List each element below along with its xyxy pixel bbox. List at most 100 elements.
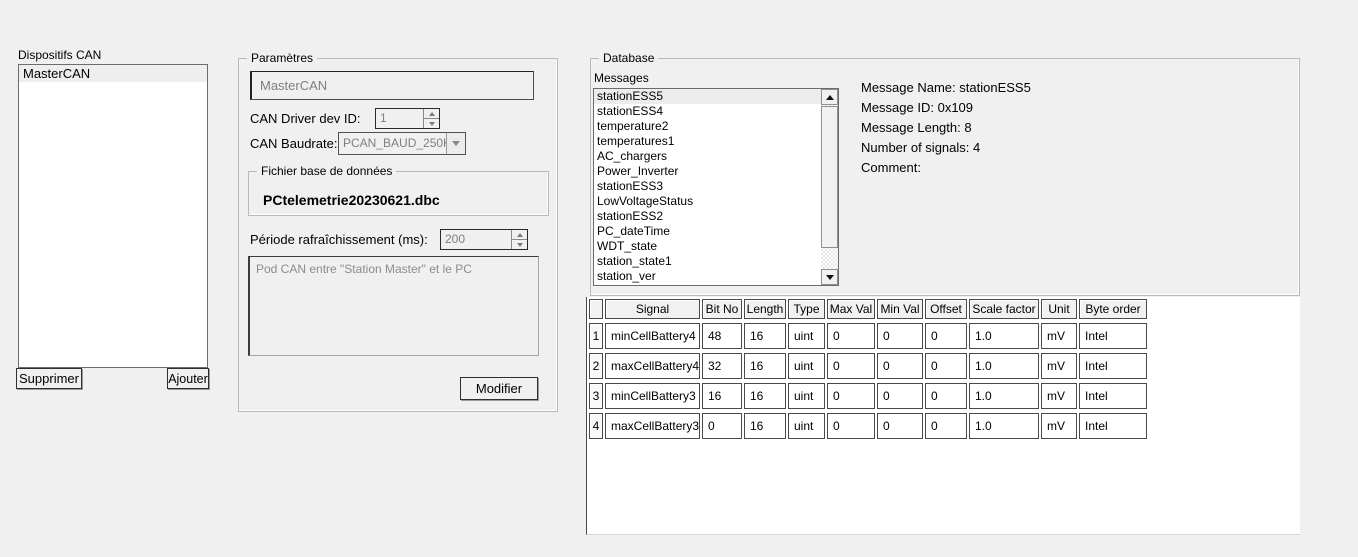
- column-header[interactable]: Bit No: [702, 299, 742, 319]
- scroll-up-button[interactable]: [821, 89, 838, 105]
- baudrate-select[interactable]: PCAN_BAUD_250K: [338, 132, 466, 155]
- table-cell[interactable]: minCellBattery3: [605, 383, 700, 409]
- message-list-item[interactable]: LowVoltageStatus: [594, 194, 821, 209]
- devices-list-items: MasterCAN: [19, 65, 207, 82]
- table-cell[interactable]: mV: [1041, 353, 1077, 379]
- driver-id-spin-buttons: [423, 109, 439, 128]
- refresh-period-value[interactable]: 200: [441, 230, 511, 249]
- devices-panel-title: Dispositifs CAN: [18, 48, 101, 62]
- grid-corner-cell[interactable]: [589, 299, 603, 319]
- table-cell[interactable]: 16: [744, 353, 786, 379]
- table-cell[interactable]: 0: [925, 323, 967, 349]
- table-cell[interactable]: 16: [744, 413, 786, 439]
- column-header[interactable]: Length: [744, 299, 786, 319]
- table-cell[interactable]: 16: [702, 383, 742, 409]
- table-cell[interactable]: 1.0: [969, 323, 1039, 349]
- row-header[interactable]: 1: [589, 323, 603, 349]
- table-cell[interactable]: 0: [925, 383, 967, 409]
- scroll-down-button[interactable]: [821, 269, 838, 285]
- scroll-up-icon: [826, 95, 834, 100]
- table-cell[interactable]: uint: [788, 383, 825, 409]
- table-cell[interactable]: maxCellBattery3: [605, 413, 700, 439]
- spin-down-icon: [429, 122, 435, 126]
- spin-down-button[interactable]: [512, 240, 527, 249]
- table-cell[interactable]: 0: [877, 383, 923, 409]
- table-cell[interactable]: 0: [877, 413, 923, 439]
- table-cell[interactable]: 0: [925, 413, 967, 439]
- table-cell[interactable]: 1.0: [969, 353, 1039, 379]
- table-cell[interactable]: 0: [925, 353, 967, 379]
- device-list-item[interactable]: MasterCAN: [19, 65, 207, 82]
- table-cell[interactable]: 0: [702, 413, 742, 439]
- table-cell[interactable]: 0: [827, 413, 875, 439]
- spin-down-button[interactable]: [424, 119, 439, 128]
- message-list-item[interactable]: station_ver: [594, 269, 821, 284]
- column-header[interactable]: Unit: [1041, 299, 1077, 319]
- table-cell[interactable]: 32: [702, 353, 742, 379]
- table-cell[interactable]: uint: [788, 353, 825, 379]
- table-cell[interactable]: 0: [827, 353, 875, 379]
- messages-scrollbar[interactable]: [821, 89, 838, 285]
- message-list-item[interactable]: PC_dateTime: [594, 224, 821, 239]
- column-header[interactable]: Type: [788, 299, 825, 319]
- row-header[interactable]: 3: [589, 383, 603, 409]
- table-cell[interactable]: Intel: [1079, 353, 1147, 379]
- dbfile-group-title: Fichier base de données: [257, 164, 396, 178]
- devices-list[interactable]: MasterCAN: [18, 64, 208, 368]
- message-list-item[interactable]: Power_Inverter: [594, 164, 821, 179]
- message-list-item[interactable]: WDT_state: [594, 239, 821, 254]
- driver-id-value[interactable]: 1: [376, 109, 423, 128]
- table-cell[interactable]: uint: [788, 323, 825, 349]
- table-cell[interactable]: 0: [827, 383, 875, 409]
- scrollbar-thumb[interactable]: [821, 106, 838, 248]
- table-cell[interactable]: Intel: [1079, 383, 1147, 409]
- table-cell[interactable]: Intel: [1079, 413, 1147, 439]
- table-cell[interactable]: 48: [702, 323, 742, 349]
- table-cell[interactable]: minCellBattery4: [605, 323, 700, 349]
- column-header[interactable]: Byte order: [1079, 299, 1147, 319]
- table-cell[interactable]: 1.0: [969, 413, 1039, 439]
- table-cell[interactable]: 0: [877, 323, 923, 349]
- column-header[interactable]: Min Val: [877, 299, 923, 319]
- refresh-period-stepper[interactable]: 200: [440, 229, 528, 250]
- table-cell[interactable]: 16: [744, 383, 786, 409]
- spin-up-icon: [429, 112, 435, 116]
- refresh-period-label: Période rafraîchissement (ms):: [250, 232, 428, 247]
- message-list-item[interactable]: AC_chargers: [594, 149, 821, 164]
- message-list-item[interactable]: stationESS4: [594, 104, 821, 119]
- modify-button[interactable]: Modifier: [460, 377, 538, 400]
- row-header[interactable]: 2: [589, 353, 603, 379]
- delete-device-button[interactable]: Supprimer: [16, 368, 82, 389]
- messages-list[interactable]: stationESS5stationESS4temperature2temper…: [593, 88, 839, 286]
- message-list-item[interactable]: temperatures1: [594, 134, 821, 149]
- baudrate-dropdown-button[interactable]: [446, 133, 465, 154]
- spin-up-button[interactable]: [512, 230, 527, 240]
- table-cell[interactable]: 0: [827, 323, 875, 349]
- message-list-item[interactable]: stationESS3: [594, 179, 821, 194]
- table-cell[interactable]: uint: [788, 413, 825, 439]
- column-header[interactable]: Signal: [605, 299, 700, 319]
- message-list-item[interactable]: temperature2: [594, 119, 821, 134]
- message-list-item[interactable]: station_state1: [594, 254, 821, 269]
- table-cell[interactable]: 16: [744, 323, 786, 349]
- table-cell[interactable]: mV: [1041, 383, 1077, 409]
- table-cell[interactable]: Intel: [1079, 323, 1147, 349]
- message-list-item[interactable]: stationESS5: [594, 89, 821, 104]
- signals-grid: SignalBit NoLengthTypeMax ValMin ValOffs…: [589, 299, 1147, 439]
- add-device-button[interactable]: Ajouter: [167, 368, 209, 389]
- column-header[interactable]: Max Val: [827, 299, 875, 319]
- table-cell[interactable]: 0: [877, 353, 923, 379]
- row-header[interactable]: 4: [589, 413, 603, 439]
- column-header[interactable]: Offset: [925, 299, 967, 319]
- message-list-item[interactable]: stationESS2: [594, 209, 821, 224]
- device-name-field[interactable]: MasterCAN: [250, 71, 534, 100]
- spin-up-button[interactable]: [424, 109, 439, 119]
- scroll-down-icon: [826, 275, 834, 280]
- driver-id-stepper[interactable]: 1: [375, 108, 440, 129]
- table-cell[interactable]: maxCellBattery4: [605, 353, 700, 379]
- device-description-field[interactable]: Pod CAN entre "Station Master" et le PC: [248, 256, 539, 356]
- table-cell[interactable]: mV: [1041, 323, 1077, 349]
- table-cell[interactable]: mV: [1041, 413, 1077, 439]
- column-header[interactable]: Scale factor: [969, 299, 1039, 319]
- table-cell[interactable]: 1.0: [969, 383, 1039, 409]
